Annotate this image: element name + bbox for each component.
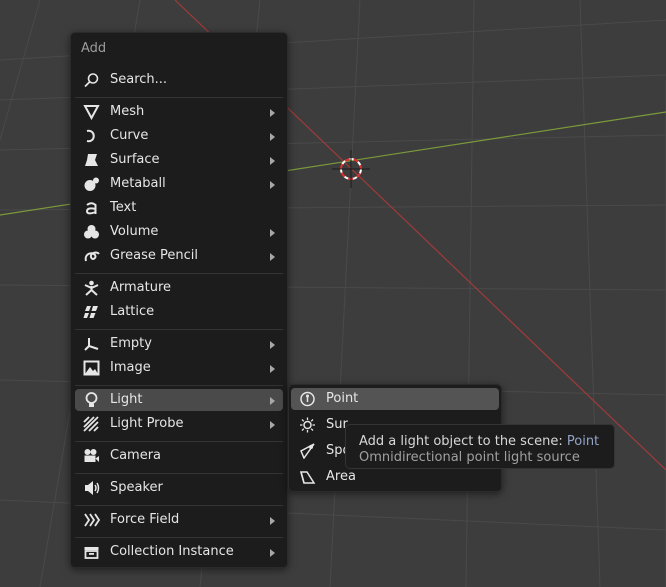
menu-item-label: Lattice [110, 304, 155, 319]
tooltip-title: Add a light object to the scene: Point [359, 434, 599, 449]
menu-item-image[interactable]: Image [75, 357, 283, 379]
menu-item-metaball[interactable]: Metaball [75, 173, 283, 195]
menu-item-force-field[interactable]: Force Field [75, 509, 283, 531]
surface-icon [83, 152, 100, 168]
menu-item-label: Image [110, 360, 151, 375]
submenu-arrow-icon [270, 157, 275, 165]
menu-item-label: Force Field [110, 512, 180, 527]
menu-separator [75, 329, 283, 330]
image-icon [83, 360, 100, 376]
tooltip-description: Omnidirectional point light source [359, 450, 580, 465]
area-light-icon [299, 469, 316, 485]
menu-item-text[interactable]: Text [75, 197, 283, 219]
metaball-icon [83, 176, 100, 192]
menu-item-armature[interactable]: Armature [75, 277, 283, 299]
menu-item-label: Text [110, 200, 137, 215]
empty-icon [83, 336, 100, 352]
submenu-arrow-icon [270, 181, 275, 189]
force-field-icon [83, 512, 100, 528]
submenu-item-area[interactable]: Area [291, 466, 499, 488]
menu-item-curve[interactable]: Curve [75, 125, 283, 147]
menu-item-label: Armature [110, 280, 172, 295]
menu-item-grease-pencil[interactable]: Grease Pencil [75, 245, 283, 267]
submenu-arrow-icon [270, 109, 275, 117]
menu-item-label: Camera [110, 448, 162, 463]
menu-item-lattice[interactable]: Lattice [75, 301, 283, 323]
submenu-arrow-icon [270, 229, 275, 237]
text-icon [83, 200, 100, 216]
menu-item-label: Empty [110, 336, 152, 351]
menu-separator [75, 385, 283, 386]
submenu-arrow-icon [270, 253, 275, 261]
menu-item-label: Grease Pencil [110, 248, 198, 263]
menu-item-speaker[interactable]: Speaker [75, 477, 283, 499]
menu-item-label: Search... [110, 72, 168, 87]
menu-item-label: Collection Instance [110, 544, 234, 559]
curve-icon [83, 128, 100, 144]
tooltip-accent: Point [566, 434, 600, 449]
menu-item-empty[interactable]: Empty [75, 333, 283, 355]
menu-item-label: Curve [110, 128, 149, 143]
submenu-arrow-icon [270, 341, 275, 349]
submenu-arrow-icon [270, 517, 275, 525]
point-light-icon [299, 391, 316, 407]
menu-item-collection-instance[interactable]: Collection Instance [75, 541, 283, 563]
menu-item-surface[interactable]: Surface [75, 149, 283, 171]
add-menu: Add Search... Mesh Curve Surface Metabal… [70, 32, 288, 568]
menu-item-light[interactable]: Light [75, 389, 283, 411]
menu-item-label: Volume [110, 224, 159, 239]
volume-icon [83, 224, 100, 240]
menu-separator [75, 537, 283, 538]
grease-pencil-icon [83, 248, 100, 264]
menu-separator [75, 441, 283, 442]
menu-item-label: Metaball [110, 176, 166, 191]
light-icon [83, 392, 100, 408]
menu-separator [75, 505, 283, 506]
menu-item-label: Light [110, 392, 143, 407]
spot-light-icon [299, 443, 316, 459]
submenu-item-label: Area [326, 469, 356, 484]
menu-item-volume[interactable]: Volume [75, 221, 283, 243]
tooltip-prefix: Add a light object to the scene: [359, 434, 563, 449]
mesh-icon [83, 104, 100, 120]
submenu-arrow-icon [270, 421, 275, 429]
submenu-arrow-icon [270, 549, 275, 557]
menu-item-label: Surface [110, 152, 160, 167]
tooltip: Add a light object to the scene: Point O… [345, 424, 615, 469]
menu-item-label: Light Probe [110, 416, 184, 431]
camera-icon [83, 448, 100, 464]
menu-item-label: Mesh [110, 104, 145, 119]
armature-icon [83, 280, 100, 296]
menu-item-light-probe[interactable]: Light Probe [75, 413, 283, 435]
light-probe-icon [83, 416, 100, 432]
submenu-item-label: Point [326, 391, 359, 406]
menu-item-mesh[interactable]: Mesh [75, 101, 283, 123]
sun-light-icon [299, 417, 316, 433]
collection-instance-icon [83, 544, 100, 560]
search-icon [83, 72, 100, 88]
submenu-item-point[interactable]: Point [291, 388, 499, 410]
submenu-arrow-icon [270, 397, 275, 405]
menu-item-camera[interactable]: Camera [75, 445, 283, 467]
submenu-arrow-icon [270, 133, 275, 141]
menu-separator [75, 473, 283, 474]
menu-separator [75, 97, 283, 98]
menu-item-search[interactable]: Search... [75, 69, 283, 91]
lattice-icon [83, 304, 100, 320]
menu-separator [75, 273, 283, 274]
speaker-icon [83, 480, 100, 496]
submenu-arrow-icon [270, 365, 275, 373]
menu-item-label: Speaker [110, 480, 163, 495]
menu-title: Add [81, 41, 107, 56]
